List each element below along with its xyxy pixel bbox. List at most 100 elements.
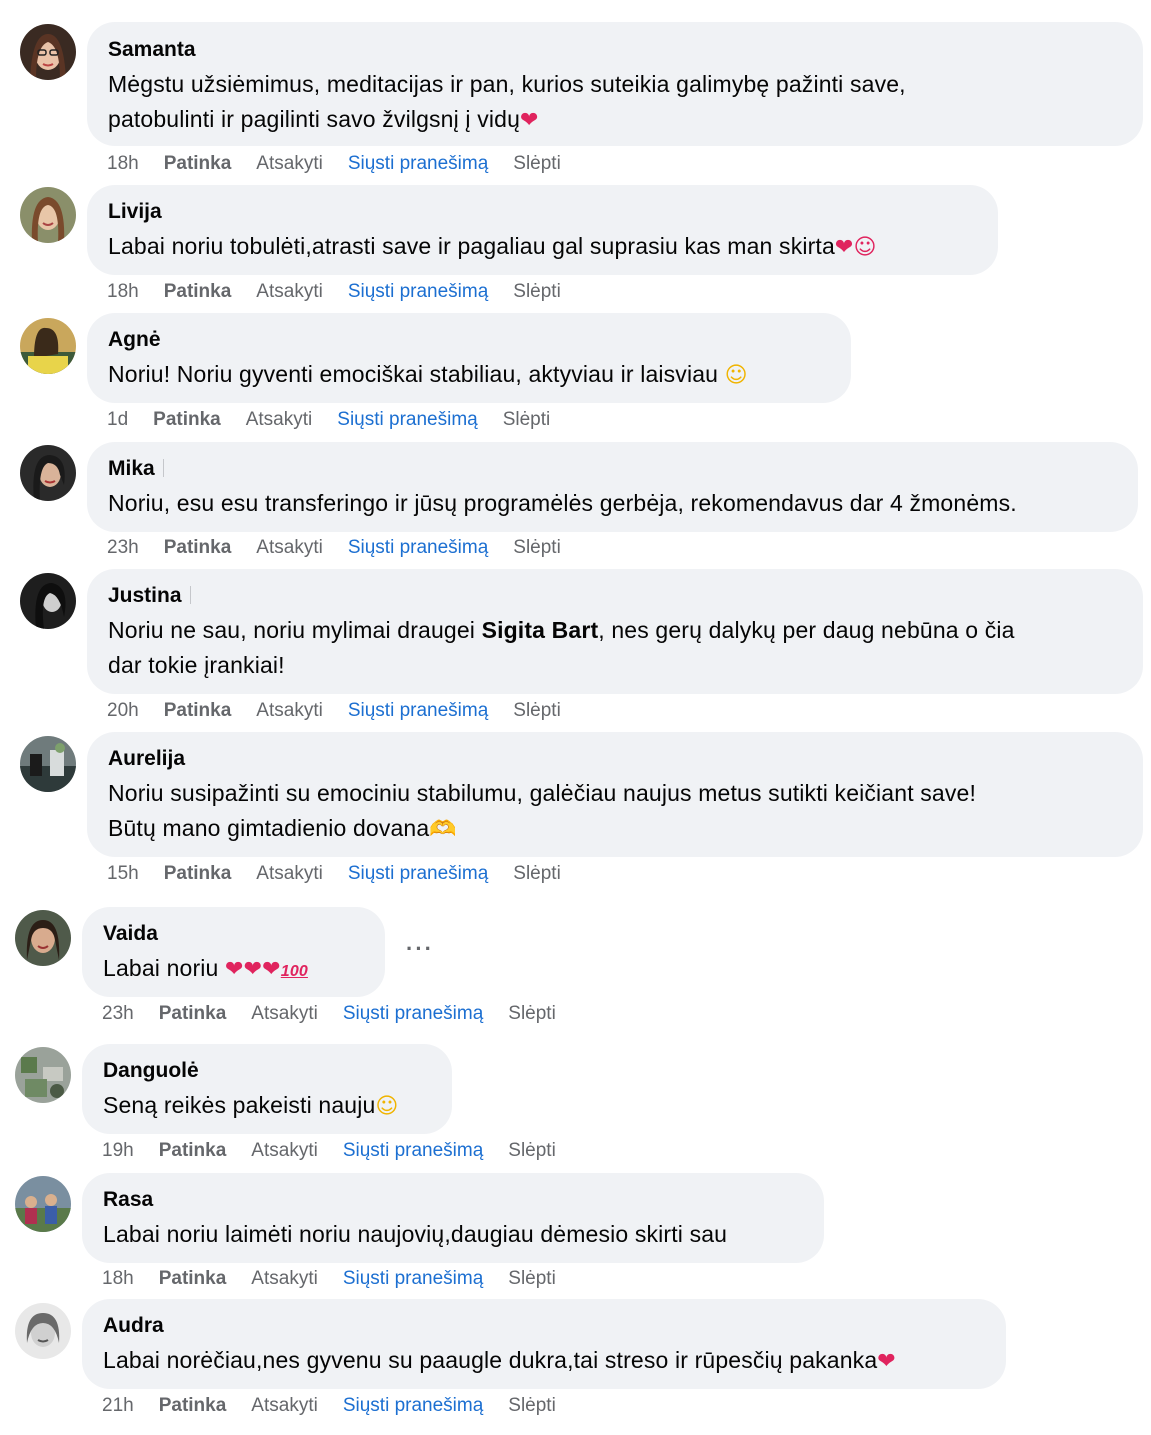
smile-emoji-icon: ☺ [375,1094,399,1119]
avatar[interactable] [20,573,76,629]
like-button[interactable]: Patinka [159,1267,227,1291]
comment-text-line: Noriu susipažinti su emociniu stabilumu,… [108,780,976,806]
send-message-button[interactable]: Siųsti pranešimą [343,1394,483,1418]
avatar[interactable] [20,24,76,80]
like-button[interactable]: Patinka [164,152,232,176]
like-button[interactable]: Patinka [164,699,232,723]
comment-bubble: Samanta Mėgstu užsiėmimus, meditacijas i… [87,22,1143,146]
mention-link[interactable]: Sigita Bart [482,617,599,643]
comment-bubble: Danguolė Seną reikės pakeisti nauju☺ [82,1044,452,1134]
send-message-button[interactable]: Siųsti pranešimą [343,1267,483,1291]
reply-button[interactable]: Atsakyti [251,1394,318,1418]
comment-time[interactable]: 19h [102,1139,134,1163]
comment-author-name: Mika [108,457,155,480]
hide-button[interactable]: Slėpti [513,536,561,560]
avatar[interactable] [15,910,71,966]
comment-bubble: Aurelija Noriu susipažinti su emociniu s… [87,732,1143,857]
avatar[interactable] [20,187,76,243]
comment-author[interactable]: Vaida [103,921,365,947]
comment-text-line: dar tokie įrankiai! [108,652,285,678]
hide-button[interactable]: Slėpti [503,408,551,432]
like-button[interactable]: Patinka [159,1139,227,1163]
hide-button[interactable]: Slėpti [513,280,561,304]
comment-text-line: Mėgstu užsiėmimus, meditacijas ir pan, k… [108,71,906,97]
reply-button[interactable]: Atsakyti [251,1002,318,1026]
reply-button[interactable]: Atsakyti [256,280,323,304]
comment-text-segment: patobulinti ir pagilinti savo žvilgsnį į… [108,106,521,132]
comment-time[interactable]: 20h [107,699,139,723]
avatar[interactable] [20,736,76,792]
hide-button[interactable]: Slėpti [513,862,561,886]
send-message-button[interactable]: Siųsti pranešimą [343,1139,483,1163]
comment-text-segment: Būtų mano gimtadienio dovana [108,815,430,841]
comment-time[interactable]: 1d [107,408,128,432]
heart-emoji-icon: ❤ [520,108,539,133]
send-message-button[interactable]: Siųsti pranešimą [343,1002,483,1026]
like-button[interactable]: Patinka [153,408,221,432]
comment-time[interactable]: 18h [102,1267,134,1291]
comment-actions: 18h Patinka Atsakyti Siųsti pranešimą Slėpti [107,152,586,176]
send-message-button[interactable]: Siųsti pranešimą [348,536,488,560]
heart-emoji-icon: ❤ [877,1349,896,1374]
hearts-emoji-icon: ❤❤❤ [225,957,281,982]
comment-time[interactable]: 21h [102,1394,134,1418]
avatar[interactable] [15,1303,71,1359]
avatar[interactable] [15,1047,71,1103]
comment-text-line: Noriu ne sau, noriu mylimai draugei Sigi… [108,613,1123,648]
reply-button[interactable]: Atsakyti [256,862,323,886]
comment-bubble: Mika Noriu, esu esu transferingo ir jūsų… [87,442,1138,532]
comment-author[interactable]: Samanta [108,37,1123,63]
comment-author[interactable]: Rasa [103,1187,804,1213]
reply-button[interactable]: Atsakyti [256,699,323,723]
reply-button[interactable]: Atsakyti [251,1139,318,1163]
hide-button[interactable]: Slėpti [508,1139,556,1163]
send-message-button[interactable]: Siųsti pranešimą [348,280,488,304]
hide-button[interactable]: Slėpti [508,1394,556,1418]
heart-smile-emoji-icon: ❤☺ [834,235,877,260]
comment-time[interactable]: 15h [107,862,139,886]
like-button[interactable]: Patinka [164,536,232,560]
comment-author[interactable]: Danguolė [103,1058,432,1084]
reply-button[interactable]: Atsakyti [256,152,323,176]
comment-text: Labai norėčiau,nes gyvenu su paaugle duk… [103,1343,986,1379]
like-button[interactable]: Patinka [159,1394,227,1418]
comment-actions: 18h Patinka Atsakyti Siųsti pranešimą Slėpti [102,1267,581,1291]
reply-button[interactable]: Atsakyti [256,536,323,560]
avatar[interactable] [15,1176,71,1232]
avatar[interactable] [20,318,76,374]
more-options-icon[interactable]: ··· [406,936,434,962]
comment-bubble: Livija Labai noriu tobulėti,atrasti save… [87,185,998,275]
comment-time[interactable]: 18h [107,280,139,304]
send-message-button[interactable]: Siųsti pranešimą [337,408,477,432]
comment-author[interactable]: Justina [108,583,1123,609]
hide-button[interactable]: Slėpti [513,152,561,176]
comment-author[interactable]: Livija [108,199,978,225]
comment-bubble: Vaida Labai noriu ❤❤❤100 [82,907,385,997]
reply-button[interactable]: Atsakyti [251,1267,318,1291]
comment-text: Seną reikės pakeisti nauju☺ [103,1088,432,1124]
comment-text: Noriu, esu esu transferingo ir jūsų prog… [108,490,1017,516]
comment-time[interactable]: 23h [107,536,139,560]
hide-button[interactable]: Slėpti [513,699,561,723]
hide-button[interactable]: Slėpti [508,1002,556,1026]
hide-button[interactable]: Slėpti [508,1267,556,1291]
send-message-button[interactable]: Siųsti pranešimą [348,862,488,886]
like-button[interactable]: Patinka [164,280,232,304]
comment-time[interactable]: 18h [107,152,139,176]
comment-actions: 20h Patinka Atsakyti Siųsti pranešimą Slėpti [107,699,586,723]
like-button[interactable]: Patinka [159,1002,227,1026]
reply-button[interactable]: Atsakyti [246,408,313,432]
comment-author[interactable]: Audra [103,1313,986,1339]
comment-text: Noriu! Noriu gyventi emociškai stabiliau… [108,357,831,393]
comment-author[interactable]: Agnė [108,327,831,353]
send-message-button[interactable]: Siųsti pranešimą [348,152,488,176]
comment-author[interactable]: Mika [108,456,1118,482]
comment-actions: 18h Patinka Atsakyti Siųsti pranešimą Slėpti [107,280,586,304]
comment-text: Noriu susipažinti su emociniu stabilumu,… [108,776,1123,847]
comment-time[interactable]: 23h [102,1002,134,1026]
avatar[interactable] [20,445,76,501]
send-message-button[interactable]: Siųsti pranešimą [348,699,488,723]
like-button[interactable]: Patinka [164,862,232,886]
comment-author[interactable]: Aurelija [108,746,1123,772]
comment-actions: 21h Patinka Atsakyti Siųsti pranešimą Slėpti [102,1394,581,1418]
